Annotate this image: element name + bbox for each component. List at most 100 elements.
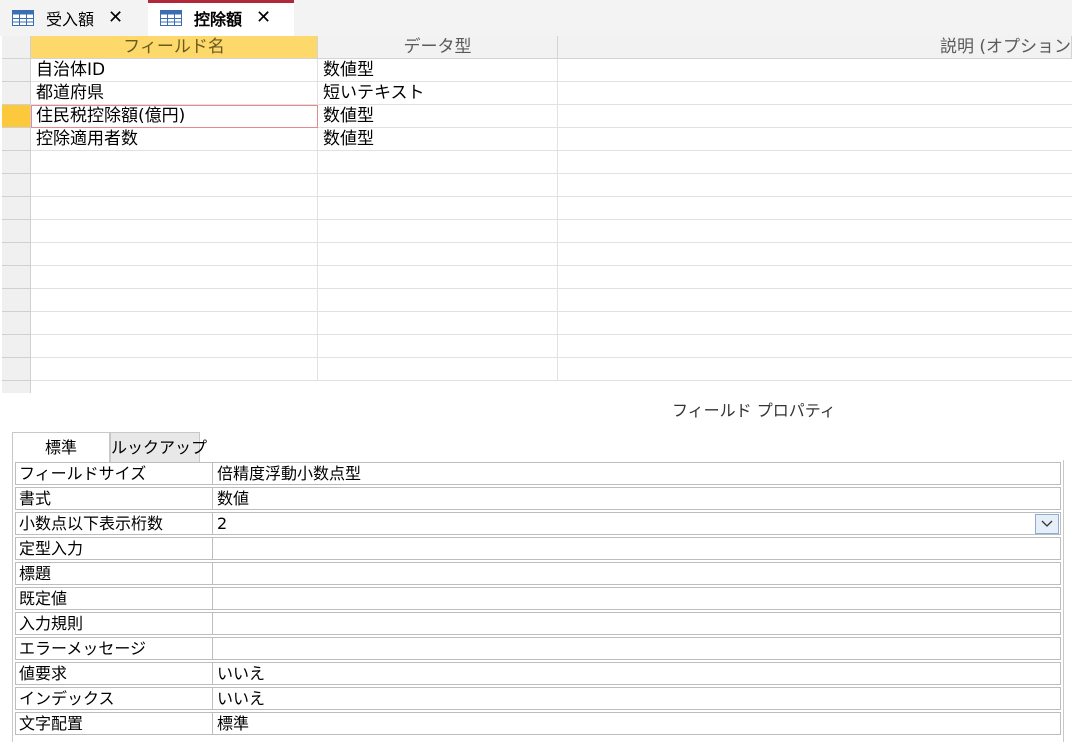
row-selector[interactable] — [2, 197, 30, 220]
tab-koujogaku[interactable]: 控除額 ✕ — [148, 0, 294, 36]
row-selector[interactable] — [2, 82, 30, 105]
property-value[interactable]: いいえ — [213, 662, 1061, 685]
property-value[interactable] — [213, 637, 1061, 660]
description-cell[interactable] — [558, 266, 1072, 289]
table-row[interactable] — [2, 289, 1072, 312]
row-selector[interactable] — [2, 243, 30, 266]
table-row[interactable] — [2, 174, 1072, 197]
description-cell[interactable] — [558, 335, 1072, 358]
data-type-cell[interactable] — [318, 289, 558, 312]
field-name-cell[interactable] — [31, 220, 318, 243]
description-cell[interactable] — [558, 59, 1072, 82]
data-type-cell[interactable] — [318, 197, 558, 220]
property-value[interactable] — [213, 562, 1061, 585]
data-type-cell[interactable] — [318, 312, 558, 335]
property-value[interactable] — [213, 587, 1061, 610]
row-selector[interactable] — [2, 128, 30, 151]
property-label: 値要求 — [15, 662, 213, 685]
property-value[interactable]: 倍精度浮動小数点型 — [213, 462, 1061, 485]
field-name-cell[interactable] — [31, 243, 318, 266]
column-header-data-type[interactable]: データ型 — [318, 36, 558, 59]
tab-lookup[interactable]: ルックアップ — [110, 432, 207, 462]
field-name-cell[interactable] — [31, 266, 318, 289]
property-row: 入力規則 — [15, 612, 1061, 637]
data-type-cell[interactable] — [318, 220, 558, 243]
data-type-cell[interactable]: 数値型 — [318, 59, 558, 82]
description-cell[interactable] — [558, 128, 1072, 151]
property-row: エラーメッセージ — [15, 637, 1061, 662]
field-name-cell[interactable]: 控除適用者数 — [31, 128, 318, 151]
description-cell[interactable] — [558, 289, 1072, 312]
property-value-text: いいえ — [217, 664, 266, 683]
data-type-cell[interactable]: 数値型 — [318, 105, 558, 128]
property-value[interactable] — [213, 612, 1061, 635]
description-cell[interactable] — [558, 358, 1072, 381]
property-value[interactable]: 標準 — [213, 712, 1061, 735]
data-type-cell[interactable]: 数値型 — [318, 128, 558, 151]
row-selector[interactable] — [2, 151, 30, 174]
field-name-cell[interactable]: 住民税控除額(億円) — [31, 105, 318, 128]
property-value[interactable]: 数値 — [213, 487, 1061, 510]
row-selector[interactable] — [2, 105, 30, 128]
row-selector[interactable] — [2, 289, 30, 312]
table-row[interactable] — [2, 220, 1072, 243]
description-cell[interactable] — [558, 197, 1072, 220]
row-selector[interactable] — [2, 335, 30, 358]
data-type-cell[interactable] — [318, 358, 558, 381]
field-name-cell[interactable]: 自治体ID — [31, 59, 318, 82]
table-row[interactable]: 控除適用者数 数値型 — [2, 128, 1072, 151]
tab-standard[interactable]: 標準 — [12, 432, 110, 462]
table-row[interactable] — [2, 151, 1072, 174]
column-header-field-name[interactable]: フィールド名 — [31, 36, 318, 59]
field-name-cell[interactable] — [31, 197, 318, 220]
row-selector[interactable] — [2, 220, 30, 243]
description-cell[interactable] — [558, 312, 1072, 335]
row-selector[interactable] — [2, 266, 30, 289]
table-row[interactable] — [2, 243, 1072, 266]
data-type-cell[interactable] — [318, 335, 558, 358]
field-name-cell[interactable] — [31, 151, 318, 174]
field-name-cell[interactable] — [31, 335, 318, 358]
column-header-description[interactable]: 説明 (オプション — [558, 36, 1072, 59]
chevron-down-icon[interactable] — [1035, 514, 1059, 534]
data-type-cell[interactable]: 短いテキスト — [318, 82, 558, 105]
data-type-cell[interactable] — [318, 151, 558, 174]
property-value[interactable] — [213, 537, 1061, 560]
row-selector[interactable] — [2, 358, 30, 381]
row-selector[interactable] — [2, 174, 30, 197]
table-row[interactable] — [2, 358, 1072, 381]
description-cell[interactable] — [558, 220, 1072, 243]
field-name-cell[interactable]: 都道府県 — [31, 82, 318, 105]
table-row[interactable] — [2, 335, 1072, 358]
description-cell[interactable] — [558, 243, 1072, 266]
data-type-cell[interactable] — [318, 243, 558, 266]
description-cell[interactable] — [558, 174, 1072, 197]
close-icon[interactable]: ✕ — [256, 9, 271, 27]
field-name-cell[interactable] — [31, 289, 318, 312]
property-value[interactable]: 2 — [213, 512, 1061, 535]
description-cell[interactable] — [558, 151, 1072, 174]
table-row[interactable] — [2, 197, 1072, 220]
table-row[interactable]: 都道府県 短いテキスト — [2, 82, 1072, 105]
field-name-cell[interactable] — [31, 174, 318, 197]
property-value[interactable]: いいえ — [213, 687, 1061, 710]
row-selector[interactable] — [2, 59, 30, 82]
field-name-cell[interactable] — [31, 312, 318, 335]
tab-uke-iregaku[interactable]: 受入額 ✕ — [0, 0, 148, 36]
description-cell[interactable] — [558, 105, 1072, 128]
table-row[interactable] — [2, 266, 1072, 289]
field-name-cell[interactable] — [31, 358, 318, 381]
data-type-cell[interactable] — [318, 266, 558, 289]
description-cell[interactable] — [558, 82, 1072, 105]
data-type-cell[interactable] — [318, 174, 558, 197]
table-row[interactable]: 自治体ID 数値型 — [2, 59, 1072, 82]
property-value-text: 倍精度浮動小数点型 — [217, 464, 362, 483]
table-row[interactable]: 住民税控除額(億円) 数値型 — [2, 105, 1072, 128]
table-icon — [12, 10, 34, 26]
property-label: 入力規則 — [15, 612, 213, 635]
close-icon[interactable]: ✕ — [108, 9, 123, 27]
property-row: 文字配置 標準 — [15, 712, 1061, 737]
row-selector[interactable] — [2, 312, 30, 335]
select-all-corner[interactable] — [2, 36, 30, 59]
table-row[interactable] — [2, 312, 1072, 335]
